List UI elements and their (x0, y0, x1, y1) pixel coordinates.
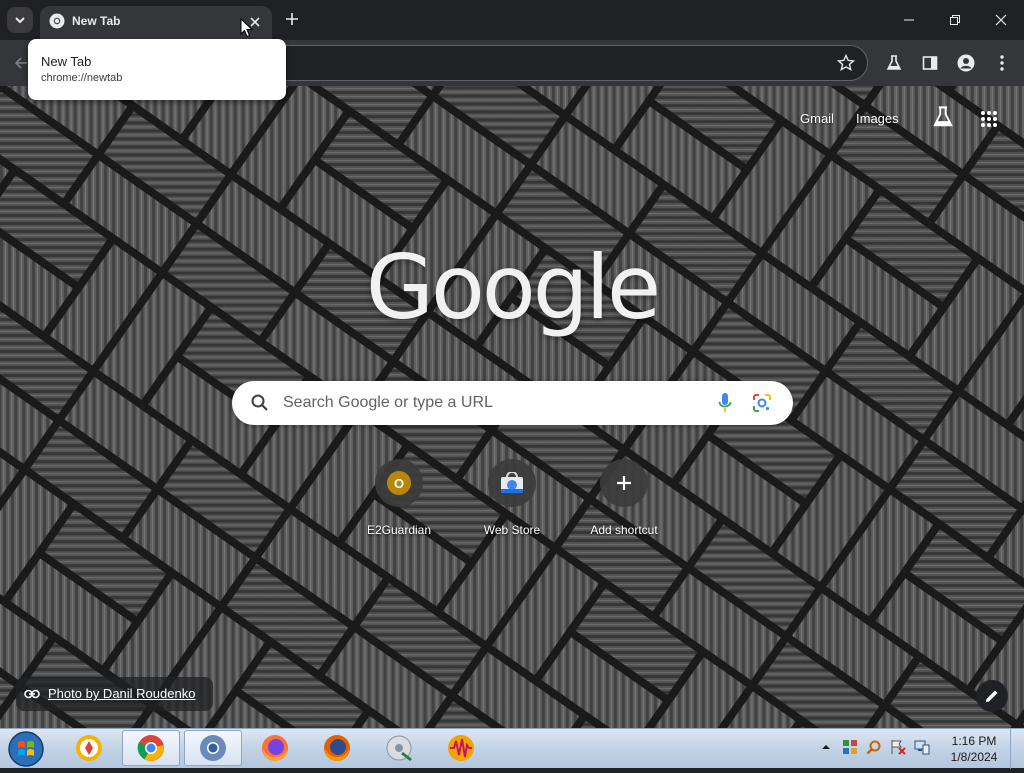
taskbar-app-1[interactable] (60, 730, 118, 766)
photo-attribution[interactable]: Photo by Danil Roudenko (16, 677, 213, 711)
magnifier-icon (251, 394, 268, 411)
side-panel-icon (922, 56, 938, 70)
menu-button[interactable] (991, 52, 1013, 74)
audio-app-icon (448, 735, 474, 761)
windows-start-icon (8, 731, 44, 767)
hover-card-url: chrome://newtab (41, 72, 123, 84)
shortcut-tile (488, 459, 536, 507)
taskbar-chrome[interactable] (122, 730, 180, 766)
taskbar-firefox-2[interactable] (308, 730, 366, 766)
e2guardian-icon: O (387, 471, 411, 495)
arrow-left-icon (14, 57, 27, 69)
star-icon[interactable] (837, 54, 855, 72)
minimize-button[interactable] (886, 0, 932, 40)
minimize-icon (904, 19, 914, 21)
tab-new-tab[interactable]: New Tab (40, 6, 272, 40)
taskbar-firefox-1[interactable] (246, 730, 304, 766)
start-button[interactable] (6, 730, 46, 768)
taskbar-clock[interactable]: 1:16 PM 1/8/2024 (940, 733, 1008, 765)
taskbar-chromium[interactable] (184, 730, 242, 766)
network-icon[interactable] (914, 739, 930, 755)
tab-search-button[interactable] (7, 7, 33, 33)
shortcut-tile: O (375, 459, 423, 507)
shortcut-initial: O (393, 475, 405, 491)
taskbar-app-audio[interactable] (432, 730, 490, 766)
gmail-link[interactable]: Gmail (800, 111, 834, 126)
tab-title: New Tab (72, 14, 121, 28)
flask-icon[interactable] (932, 106, 954, 128)
disc-app-icon (386, 735, 412, 762)
flask-icon (886, 55, 902, 70)
add-shortcut-button[interactable]: Add shortcut (568, 459, 680, 549)
shortcut-label: Add shortcut (590, 523, 658, 537)
lens-icon[interactable] (752, 393, 772, 413)
profile-icon (957, 54, 975, 72)
firefox-icon (262, 735, 288, 761)
plus-icon (286, 13, 298, 25)
web-store-icon (501, 472, 523, 493)
images-link[interactable]: Images (856, 111, 899, 126)
clock-date: 1/8/2024 (950, 750, 998, 764)
show-desktop-button[interactable] (1010, 729, 1024, 769)
shortcut-e2guardian[interactable]: O E2Guardian (343, 459, 455, 549)
search-box[interactable]: Search Google or type a URL (232, 381, 793, 425)
taskbar: 1:16 PM 1/8/2024 (0, 728, 1024, 769)
chromium-icon (200, 735, 226, 761)
pencil-icon (986, 690, 998, 702)
chevron-up-icon[interactable] (822, 743, 830, 751)
firefox-icon (324, 735, 350, 761)
kebab-icon (1000, 55, 1004, 71)
clock-time: 1:16 PM (951, 734, 997, 748)
side-panel-button[interactable] (919, 52, 941, 74)
shortcut-web-store[interactable]: Web Store (456, 459, 568, 549)
shortcut-tile (600, 459, 648, 507)
restore-button[interactable] (932, 0, 978, 40)
mic-icon[interactable] (718, 392, 732, 414)
new-tab-page: Gmail Images Google Search Google or typ… (0, 86, 1024, 728)
google-logo: Google (365, 236, 661, 339)
shortcut-label: Web Store (483, 523, 541, 537)
link-icon (24, 689, 40, 699)
hover-card-title: New Tab (41, 54, 92, 69)
taskbar-app-disc[interactable] (370, 730, 428, 766)
shortcut-label: E2Guardian (366, 523, 432, 537)
attribution-text[interactable]: Photo by Danil Roudenko (48, 686, 195, 701)
restore-icon (950, 15, 960, 25)
mouse-cursor (240, 18, 254, 38)
search-input[interactable]: Search Google or type a URL (283, 394, 493, 412)
top-links: Gmail Images (800, 106, 1004, 132)
search-tray-icon[interactable] (866, 739, 882, 755)
tab-strip: New Tab (0, 0, 1024, 40)
profile-button[interactable] (955, 52, 977, 74)
tray-app-icon[interactable] (842, 739, 858, 755)
tab-hover-card: New Tab chrome://newtab (28, 39, 286, 100)
grid-icon[interactable] (980, 110, 998, 128)
new-tab-button[interactable] (281, 8, 303, 30)
chevron-down-icon (15, 17, 25, 24)
plus-icon (617, 476, 631, 490)
customize-button[interactable] (976, 680, 1008, 712)
browser-app-icon (76, 735, 102, 761)
chrome-icon (137, 735, 164, 761)
window-close-button[interactable] (978, 0, 1024, 40)
chrome-icon (49, 13, 65, 29)
labs-button[interactable] (883, 52, 905, 74)
close-icon (995, 14, 1007, 26)
flag-error-icon[interactable] (890, 739, 906, 755)
